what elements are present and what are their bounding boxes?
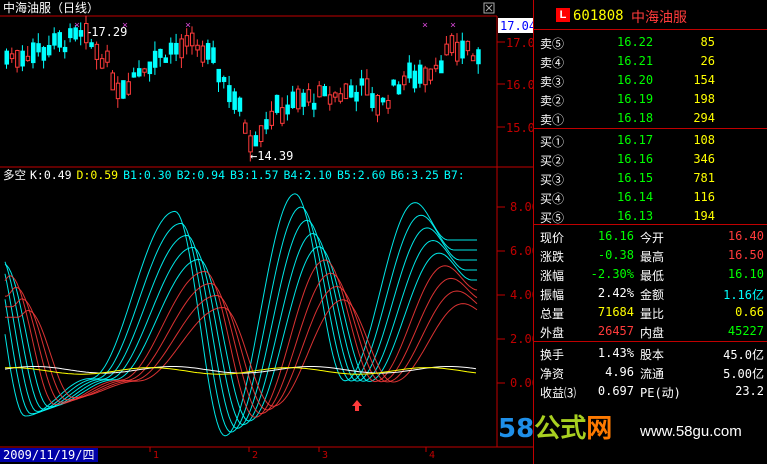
sell-volume: 154 [693, 73, 715, 87]
indicator-bands [4, 193, 478, 437]
chart-title: 中海油服（日线） [3, 0, 99, 15]
svg-text:×: × [122, 20, 128, 31]
market-badge: L [556, 8, 570, 22]
buy-volume: 108 [693, 133, 715, 147]
sell-price: 16.21 [617, 54, 654, 68]
watermark-logo: 58公式网 [498, 414, 613, 444]
svg-text:×: × [422, 20, 428, 31]
buy-row[interactable]: 买④ 16.14 116 [533, 188, 767, 207]
month-ticks: 1 2 3 4 [149, 447, 435, 461]
stat-row[interactable]: 净资 4.96 流通 5.00亿 [533, 363, 767, 382]
quote-panel: L 601808 中海油服 卖⑤ 16.22 85 卖④ 16.21 26 卖③ 16.20 1… [533, 0, 767, 464]
stat-row[interactable]: 涨幅 -2.30% 最低 16.10 [533, 265, 767, 284]
sell-price: 16.18 [617, 111, 654, 125]
buy-volume: 346 [693, 152, 715, 166]
price-label-16: 16.00 [506, 78, 533, 92]
buy-volume: 781 [693, 171, 715, 185]
ind-label-4: 4.00 [510, 288, 533, 302]
sell-row[interactable]: 卖⑤ 16.22 85 [533, 33, 767, 52]
stock-code: 601808 [573, 8, 624, 24]
stat-row[interactable]: 涨跌 -0.38 最高 16.50 [533, 246, 767, 265]
sell-price: 16.19 [617, 92, 654, 106]
buy-price: 16.15 [617, 171, 654, 185]
ind-label-6: 6.00 [510, 244, 533, 258]
close-box-icon[interactable] [483, 2, 495, 14]
stat-row[interactable]: 外盘 26457 内盘 45227 [533, 322, 767, 341]
buy-row[interactable]: 买② 16.16 346 [533, 150, 767, 169]
buy-price: 16.13 [617, 209, 654, 223]
buy-level-label: 买② [540, 154, 565, 168]
month-label: 1 [153, 450, 159, 461]
buy-price: 16.17 [617, 133, 654, 147]
month-label: 3 [322, 450, 328, 461]
sell-volume: 85 [700, 35, 715, 49]
stat-row[interactable]: 总量 71684 量比 0.66 [533, 303, 767, 322]
buy-volume: 194 [693, 209, 715, 223]
ind-label-2: 2.00 [510, 332, 533, 346]
buy-price: 16.14 [617, 190, 654, 204]
sell-volume: 198 [693, 92, 715, 106]
kline-panel [0, 15, 533, 448]
stock-name: 中海油服 [631, 10, 687, 26]
price-label-17: 17.00 [506, 36, 533, 50]
indicator-legend: 多空 K:0.49 D:0.59 B1:0.30 B2:0.94 B3:1.57 B4:2.… [3, 168, 465, 182]
buy-row[interactable]: 买① 16.17 108 [533, 131, 767, 150]
sell-level-label: 卖① [540, 113, 565, 127]
buy-arrow-icon [352, 400, 362, 411]
buy-price: 16.16 [617, 152, 654, 166]
ind-label-0: 0.00 [510, 376, 533, 390]
stat-row[interactable]: 现价 16.16 今开 16.40 [533, 227, 767, 246]
buy-row[interactable]: 买③ 16.15 781 [533, 169, 767, 188]
price-label-15: 15.00 [506, 121, 533, 135]
low-annotation: ←14.39 [250, 149, 293, 163]
high-annotation: ←17.29 [84, 25, 127, 39]
month-label: 2 [252, 450, 258, 461]
svg-text:×: × [450, 20, 456, 31]
date-label: 2009/11/19/四 [3, 448, 94, 462]
sell-volume: 294 [693, 111, 715, 125]
signal-marks: × × × × × [74, 20, 456, 31]
watermark-url: www.58gu.com [640, 423, 742, 440]
indicator-axis-ticks [497, 206, 505, 384]
stat-row[interactable]: 收益⑶ 0.697 PE(动) 23.2 [533, 382, 767, 401]
sell-price: 16.20 [617, 73, 654, 87]
ind-label-8: 8.00 [510, 200, 533, 214]
month-label: 4 [429, 450, 435, 461]
current-price-label: 17.04 [500, 19, 533, 33]
buy-level-label: 买① [540, 135, 565, 149]
sell-volume: 26 [700, 54, 715, 68]
sell-row[interactable]: 卖③ 16.20 154 [533, 71, 767, 90]
sell-level-label: 卖② [540, 94, 565, 108]
sell-row[interactable]: 卖④ 16.21 26 [533, 52, 767, 71]
sell-row[interactable]: 卖① 16.18 294 [533, 109, 767, 128]
sell-price: 16.22 [617, 35, 654, 49]
candlesticks [4, 15, 481, 162]
buy-level-label: 买④ [540, 192, 565, 206]
stat-row[interactable]: 换手 1.43% 股本 45.0亿 [533, 344, 767, 363]
sell-level-label: 卖④ [540, 56, 565, 70]
stock-chart-window: 中海油服（日线） 17.00 16.00 15.00 17.04 ←17.29 … [0, 0, 767, 464]
buy-volume: 116 [693, 190, 715, 204]
sell-row[interactable]: 卖② 16.19 198 [533, 90, 767, 109]
sell-level-label: 卖③ [540, 75, 565, 89]
stat-row[interactable]: 振幅 2.42% 金额 1.16亿 [533, 284, 767, 303]
sell-level-label: 卖⑤ [540, 37, 565, 51]
buy-level-label: 买③ [540, 173, 565, 187]
chart-area[interactable]: 中海油服（日线） 17.00 16.00 15.00 17.04 ←17.29 … [0, 0, 533, 464]
svg-text:×: × [185, 20, 191, 31]
svg-text:×: × [74, 20, 80, 31]
